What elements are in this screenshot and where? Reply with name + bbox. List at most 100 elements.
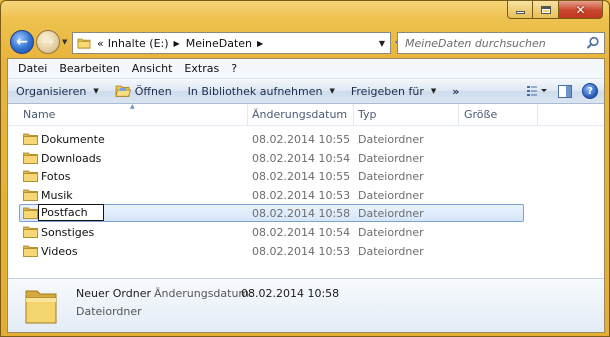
- folder-icon: [77, 38, 91, 49]
- file-date: 08.02.2014 10:54: [252, 225, 351, 239]
- file-name: Sonstiges: [41, 225, 95, 239]
- command-bar: Organisieren ▼ Öffnen In Bibliothek aufn…: [8, 79, 604, 104]
- minimize-icon: [515, 11, 525, 14]
- column-divider[interactable]: [247, 104, 248, 126]
- file-list: Dokumente 08.02.2014 10:55 Dateiordner D…: [8, 130, 604, 260]
- column-header-name[interactable]: Name: [23, 108, 55, 121]
- add-to-library-button[interactable]: In Bibliothek aufnehmen ▼: [180, 81, 343, 102]
- details-name: Neuer Ordner: [76, 287, 151, 300]
- file-name: Downloads: [41, 151, 102, 165]
- folder-icon: [23, 170, 38, 183]
- file-name: Musik: [41, 188, 73, 202]
- breadcrumb-item-drive[interactable]: Inhalte (E:): [108, 37, 169, 50]
- chevron-down-icon: ▼: [329, 87, 335, 95]
- menu-ansicht[interactable]: Ansicht: [126, 62, 179, 75]
- menu-bar: Datei Bearbeiten Ansicht Extras ?: [8, 59, 604, 79]
- menu-extras[interactable]: Extras: [178, 62, 225, 75]
- menu-help[interactable]: ?: [225, 62, 243, 75]
- organize-label: Organisieren: [16, 84, 87, 98]
- breadcrumb-separator-icon[interactable]: ▶: [174, 39, 180, 48]
- file-type: Dateiordner: [358, 207, 424, 221]
- back-arrow-icon: ←: [16, 34, 28, 50]
- file-date: 08.02.2014 10:53: [252, 188, 351, 202]
- column-divider[interactable]: [353, 104, 354, 126]
- breadcrumb-item-folder[interactable]: MeineDaten: [186, 37, 252, 50]
- folder-icon: [23, 152, 38, 164]
- details-pane: Neuer Ordner Änderungsdatum: 08.02.2014 …: [8, 278, 604, 332]
- explorer-content: Datei Bearbeiten Ansicht Extras ? Organi…: [7, 58, 605, 333]
- minimize-button[interactable]: [507, 1, 533, 19]
- share-with-label: Freigeben für: [350, 84, 424, 98]
- list-item-selected[interactable]: 08.02.2014 10:58 Dateiordner: [8, 204, 604, 223]
- breadcrumb-separator-icon[interactable]: ▶: [257, 39, 263, 48]
- column-header-date[interactable]: Änderungsdatum: [252, 108, 347, 121]
- file-date: 08.02.2014 10:55: [252, 133, 351, 146]
- file-type: Dateiordner: [358, 170, 424, 184]
- file-date: 08.02.2014 10:53: [252, 244, 351, 258]
- search-box[interactable]: [397, 32, 605, 54]
- file-name: Fotos: [41, 170, 71, 184]
- menu-bearbeiten[interactable]: Bearbeiten: [53, 62, 125, 75]
- file-type: Dateiordner: [358, 133, 424, 146]
- open-label: Öffnen: [134, 84, 172, 98]
- share-with-button[interactable]: Freigeben für ▼: [343, 81, 444, 102]
- file-date: 08.02.2014 10:55: [252, 170, 351, 184]
- chevron-down-icon: ▼: [430, 87, 437, 95]
- forward-button[interactable]: →: [36, 30, 60, 54]
- breadcrumb-overflow[interactable]: «: [97, 37, 104, 50]
- organize-button[interactable]: Organisieren ▼: [8, 81, 107, 102]
- list-item[interactable]: Videos 08.02.2014 10:53 Dateiordner: [8, 242, 604, 261]
- file-type: Dateiordner: [358, 244, 424, 258]
- file-name: Videos: [41, 244, 78, 258]
- search-icon[interactable]: [586, 36, 600, 50]
- rename-input[interactable]: [38, 204, 104, 222]
- address-dropdown-icon[interactable]: ▼: [374, 33, 390, 53]
- list-item[interactable]: Musik 08.02.2014 10:53 Dateiordner: [8, 186, 604, 205]
- toolbar-right: ?: [526, 81, 598, 101]
- chevron-down-icon: ▼: [93, 87, 99, 95]
- list-item[interactable]: Sonstiges 08.02.2014 10:54 Dateiordner: [8, 223, 604, 242]
- folder-icon: [25, 290, 57, 324]
- maximize-button[interactable]: [533, 1, 559, 19]
- navigation-bar: ← → ▼ « Inhalte (E:) ▶ MeineDaten ▶ ▼ ⟲: [7, 28, 605, 56]
- folder-icon: [23, 189, 38, 201]
- close-button[interactable]: ✕: [559, 1, 603, 19]
- view-options-icon: [527, 86, 547, 96]
- caption-buttons: ✕: [507, 1, 603, 19]
- recent-pages-dropdown[interactable]: ▼: [62, 38, 67, 46]
- open-button[interactable]: Öffnen: [107, 81, 180, 102]
- preview-pane-icon: [558, 84, 572, 98]
- list-item[interactable]: Downloads 08.02.2014 10:54 Dateiordner: [8, 149, 604, 168]
- file-type: Dateiordner: [358, 188, 424, 202]
- change-view-button[interactable]: [526, 81, 548, 101]
- file-date: 08.02.2014 10:58: [252, 207, 351, 221]
- details-date-label: Änderungsdatum:: [154, 287, 253, 300]
- sort-ascending-icon: ▲: [130, 103, 135, 110]
- column-header-type[interactable]: Typ: [358, 108, 377, 121]
- help-icon[interactable]: ?: [582, 83, 598, 99]
- file-type: Dateiordner: [358, 151, 424, 165]
- add-to-library-label: In Bibliothek aufnehmen: [187, 84, 323, 98]
- list-item[interactable]: Fotos 08.02.2014 10:55 Dateiordner: [8, 167, 604, 186]
- list-item[interactable]: Dokumente 08.02.2014 10:55 Dateiordner: [8, 130, 604, 149]
- preview-pane-button[interactable]: [554, 81, 576, 101]
- column-divider[interactable]: [537, 104, 538, 126]
- file-date: 08.02.2014 10:54: [252, 151, 351, 165]
- breadcrumb: « Inhalte (E:) ▶ MeineDaten ▶: [91, 37, 269, 50]
- column-divider[interactable]: [458, 104, 459, 126]
- folder-icon: [23, 208, 38, 220]
- folder-icon: [23, 245, 38, 257]
- details-type: Dateiordner: [76, 305, 142, 318]
- column-header-size[interactable]: Größe: [464, 108, 497, 121]
- open-folder-icon: [115, 85, 131, 97]
- back-button[interactable]: ←: [10, 30, 34, 54]
- more-commands-button[interactable]: »: [444, 81, 466, 102]
- explorer-window: ✕ ← → ▼ « Inhalte (E:) ▶ MeineDaten ▶ ▼ …: [0, 0, 610, 337]
- menu-datei[interactable]: Datei: [12, 62, 53, 75]
- search-input[interactable]: [405, 36, 583, 50]
- column-headers: ▲ Name Änderungsdatum Typ Größe: [8, 103, 604, 126]
- address-bar[interactable]: « Inhalte (E:) ▶ MeineDaten ▶ ▼ ⟲: [72, 32, 405, 54]
- file-type: Dateiordner: [358, 225, 424, 239]
- close-icon: ✕: [575, 2, 586, 17]
- details-date-value: 08.02.2014 10:58: [241, 287, 340, 300]
